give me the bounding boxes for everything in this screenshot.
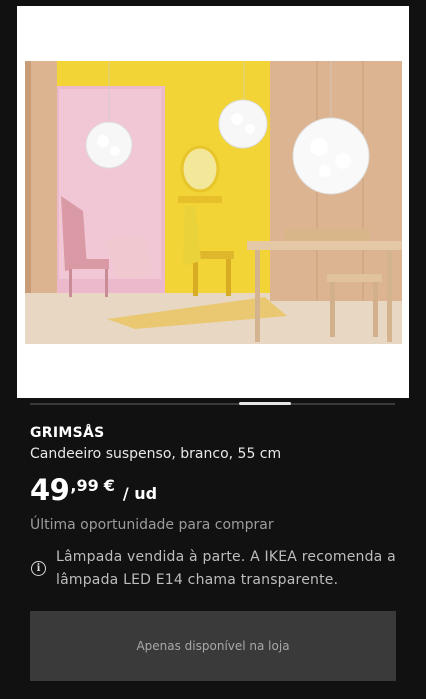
carousel-active-thumb[interactable] [239,402,291,405]
price-integer: 49 [30,473,70,507]
info-circle-icon: i [31,561,46,576]
availability-status: Última oportunidade para comprar [30,517,274,533]
bulb-info-line2: lâmpada LED E14 chama transparente. [56,572,339,588]
price-currency: € [103,476,115,495]
price-decimal: ,99 [70,476,99,495]
bulb-info-text: Lâmpada vendida à parte. A IKEA recomend… [56,546,396,592]
product-price: 49 ,99 € / ud [30,472,157,512]
store-only-button[interactable]: Apenas disponível na loja [30,611,396,681]
bulb-info-line1: Lâmpada vendida à parte. A IKEA recomend… [56,549,396,565]
product-image-card[interactable] [17,6,409,398]
product-name: GRIMSÅS [30,425,105,441]
bulb-info-note: i Lâmpada vendida à parte. A IKEA recome… [30,546,400,592]
image-carousel-indicator[interactable] [30,402,395,405]
product-photo [25,61,402,344]
product-description: Candeeiro suspenso, branco, 55 cm [30,446,282,462]
price-unit: / ud [122,484,158,503]
